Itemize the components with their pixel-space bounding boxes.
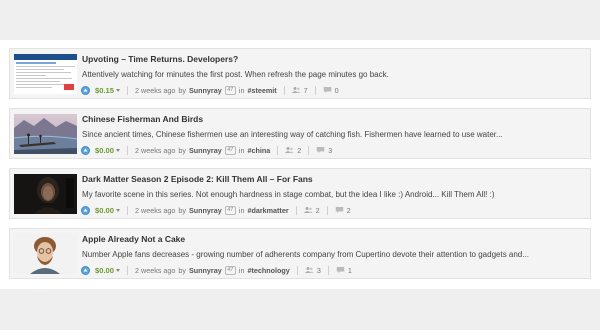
- post-thumbnail[interactable]: [14, 174, 77, 214]
- post-card: Chinese Fisherman And Birds Since ancien…: [9, 108, 591, 159]
- payout-value: $0.15: [95, 85, 115, 95]
- in-label: in: [238, 145, 245, 155]
- post-thumbnail[interactable]: [14, 234, 77, 274]
- comment-icon: [323, 87, 331, 93]
- comment-icon: [336, 267, 345, 273]
- divider: [127, 205, 129, 215]
- author-link[interactable]: Sunnyray: [189, 266, 222, 275]
- comment-icon: [335, 207, 343, 213]
- chevron-down-icon: [116, 208, 121, 212]
- divider: [326, 205, 328, 215]
- upvote-icon[interactable]: [81, 145, 90, 155]
- upvote-icon[interactable]: [81, 265, 90, 275]
- in-label: in: [238, 85, 245, 95]
- tag-link[interactable]: #darkmatter: [247, 206, 288, 215]
- post-timestamp[interactable]: 2 weeks ago: [135, 206, 175, 215]
- divider: [295, 205, 297, 215]
- post-excerpt: Attentively watching for minutes the fir…: [82, 70, 389, 79]
- post-thumbnail[interactable]: [14, 54, 77, 94]
- divider: [283, 85, 285, 95]
- voters-button[interactable]: 2: [303, 205, 320, 215]
- payout-dropdown[interactable]: $0.00: [95, 265, 121, 275]
- comments-button[interactable]: 2: [335, 206, 351, 215]
- reputation-badge: 47: [224, 205, 236, 215]
- payout-dropdown[interactable]: $0.00: [95, 145, 121, 155]
- post-feed: Upvoting – Time Returns. Developers? Att…: [9, 48, 591, 288]
- comment-count: 2: [346, 205, 351, 215]
- divider: [296, 265, 298, 275]
- author-link[interactable]: Sunnyray: [189, 146, 222, 155]
- payout-value: $0.00: [95, 265, 115, 275]
- divider: [314, 85, 316, 95]
- post-title[interactable]: Chinese Fisherman And Birds: [82, 114, 582, 124]
- voters-button[interactable]: 3: [304, 265, 321, 275]
- divider: [277, 145, 279, 155]
- upvote-icon[interactable]: [81, 205, 90, 215]
- post-timestamp[interactable]: 2 weeks ago: [135, 86, 175, 95]
- payout-dropdown[interactable]: $0.00: [95, 205, 121, 215]
- voters-icon: [285, 147, 294, 153]
- divider: [127, 265, 129, 275]
- post-card: Upvoting – Time Returns. Developers? Att…: [9, 48, 591, 99]
- by-label: by: [178, 145, 186, 155]
- post-title[interactable]: Apple Already Not a Cake: [82, 234, 582, 244]
- payout-value: $0.00: [95, 145, 115, 155]
- upvote-icon[interactable]: [81, 85, 90, 95]
- in-label: in: [238, 265, 245, 275]
- divider: [327, 265, 329, 275]
- voters-icon: [303, 207, 313, 213]
- divider: [308, 145, 310, 155]
- post-title[interactable]: Upvoting – Time Returns. Developers?: [82, 54, 582, 64]
- tag-link[interactable]: #steemit: [247, 86, 276, 95]
- post-excerpt: Number Apple fans decreases - growing nu…: [82, 250, 529, 259]
- post-title[interactable]: Dark Matter Season 2 Episode 2: Kill The…: [82, 174, 582, 184]
- by-label: by: [178, 85, 186, 95]
- reputation-badge: 47: [224, 85, 236, 95]
- vote-count: 2: [315, 205, 320, 215]
- post-timestamp[interactable]: 2 weeks ago: [135, 146, 175, 155]
- post-excerpt: My favorite scene in this series. Not en…: [82, 190, 495, 199]
- comment-count: 3: [328, 145, 333, 155]
- tag-link[interactable]: #china: [247, 146, 270, 155]
- reputation-badge: 47: [224, 145, 236, 155]
- by-label: by: [178, 265, 186, 275]
- vote-count: 7: [303, 85, 308, 95]
- chevron-down-icon: [116, 148, 121, 152]
- voters-icon: [304, 267, 314, 273]
- post-thumbnail[interactable]: [14, 114, 77, 154]
- comments-button[interactable]: 1: [336, 266, 352, 275]
- author-link[interactable]: Sunnyray: [189, 206, 222, 215]
- comment-count: 1: [347, 265, 352, 275]
- voters-button[interactable]: 7: [291, 85, 308, 95]
- bottom-band: [0, 289, 600, 330]
- comments-button[interactable]: 0: [323, 86, 339, 95]
- voters-icon: [291, 87, 301, 93]
- post-timestamp[interactable]: 2 weeks ago: [135, 266, 175, 275]
- voters-button[interactable]: 2: [285, 146, 301, 155]
- chevron-down-icon: [116, 88, 121, 92]
- in-label: in: [238, 205, 245, 215]
- tag-link[interactable]: #technology: [247, 266, 289, 275]
- post-meta: $0.00 2 weeks ago by Sunnyray 47 in #dar…: [81, 204, 582, 216]
- vote-count: 3: [316, 265, 321, 275]
- top-band: [0, 0, 600, 40]
- vote-count: 2: [297, 145, 302, 155]
- divider: [127, 145, 129, 155]
- post-card: Apple Already Not a Cake Number Apple fa…: [9, 228, 591, 279]
- divider: [127, 85, 129, 95]
- chevron-down-icon: [116, 268, 121, 272]
- payout-dropdown[interactable]: $0.15: [95, 85, 121, 95]
- by-label: by: [178, 205, 186, 215]
- payout-value: $0.00: [95, 205, 115, 215]
- author-link[interactable]: Sunnyray: [189, 86, 222, 95]
- post-card: Dark Matter Season 2 Episode 2: Kill The…: [9, 168, 591, 219]
- post-excerpt: Since ancient times, Chinese fishermen u…: [82, 130, 503, 139]
- post-meta: $0.00 2 weeks ago by Sunnyray 47 in #tec…: [81, 264, 582, 276]
- comment-icon: [317, 147, 325, 153]
- reputation-badge: 47: [224, 265, 236, 275]
- post-meta: $0.15 2 weeks ago by Sunnyray 47 in #ste…: [81, 84, 582, 96]
- comments-button[interactable]: 3: [316, 146, 332, 155]
- comment-count: 0: [334, 85, 339, 95]
- post-meta: $0.00 2 weeks ago by Sunnyray 47 in #chi…: [81, 144, 582, 156]
